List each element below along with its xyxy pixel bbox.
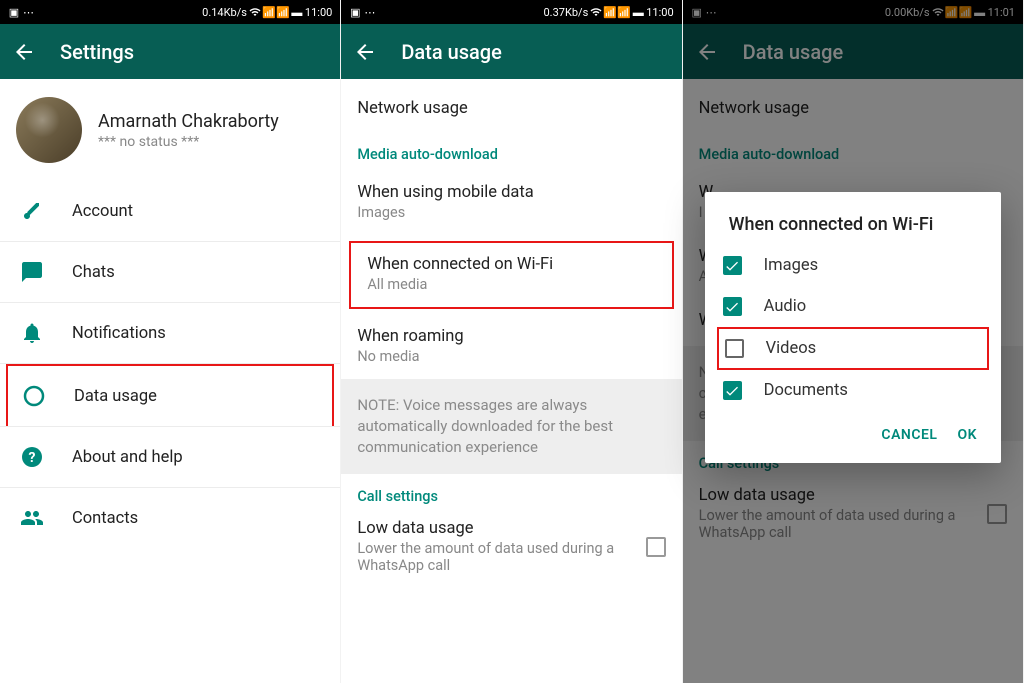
option-documents[interactable]: Documents <box>705 370 1001 411</box>
wifi-icon <box>590 6 602 18</box>
battery-icon: ▬ <box>632 6 644 18</box>
data-icon <box>22 384 46 408</box>
checkbox-icon <box>723 297 742 316</box>
option-audio[interactable]: Audio <box>705 286 1001 327</box>
row-title: When using mobile data <box>357 183 665 202</box>
screen-wifi-dialog: ▣⋯ 0.00Kb/s 📶 📶 ▬ 11:01 Data usage Netwo… <box>683 0 1024 683</box>
dialog-actions: CANCEL OK <box>705 411 1001 457</box>
row-title: When roaming <box>357 327 665 346</box>
checkbox-low-data[interactable] <box>646 537 666 557</box>
page-title: Settings <box>60 40 134 64</box>
row-sub: Lower the amount of data used during a W… <box>357 540 635 574</box>
back-icon[interactable] <box>12 40 36 64</box>
profile-status: *** no status *** <box>98 134 279 150</box>
settings-list: Amarnath Chakraborty *** no status *** A… <box>0 79 340 683</box>
row-mobile-data[interactable]: When using mobile data Images <box>341 171 681 235</box>
ok-button[interactable]: OK <box>957 427 977 443</box>
back-icon[interactable] <box>353 40 377 64</box>
help-icon: ? <box>20 445 44 469</box>
network-speed: 0.37Kb/s <box>544 6 589 19</box>
dialog-title: When connected on Wi-Fi <box>705 214 1001 245</box>
checkbox-icon <box>725 339 744 358</box>
status-bar: ▣⋯ 0.37Kb/s 📶 📶 ▬ 11:00 <box>341 0 681 24</box>
settings-item-label: Notifications <box>72 324 166 343</box>
contacts-icon <box>20 506 44 530</box>
profile-name: Amarnath Chakraborty <box>98 111 279 132</box>
bell-icon <box>20 321 44 345</box>
network-speed: 0.14Kb/s <box>202 6 247 19</box>
note-voice-messages: NOTE: Voice messages are always automati… <box>341 379 681 474</box>
checkbox-icon <box>723 256 742 275</box>
more-icon: ⋯ <box>23 6 34 19</box>
cancel-button[interactable]: CANCEL <box>881 427 937 443</box>
data-usage-list: Network usage Media auto-download When u… <box>341 79 681 683</box>
option-label: Images <box>764 256 818 275</box>
row-title: Network usage <box>357 99 665 118</box>
dialog-wifi-media: When connected on Wi-Fi Images Audio Vid… <box>705 192 1001 463</box>
status-bar: ▣ ⋯ 0.14Kb/s 📶 📶 ▬ 11:00 <box>0 0 340 24</box>
clock: 11:00 <box>646 6 673 19</box>
row-sub: All media <box>367 276 655 293</box>
profile-row[interactable]: Amarnath Chakraborty *** no status *** <box>0 79 340 181</box>
row-sub: No media <box>357 348 665 365</box>
key-icon <box>20 199 44 223</box>
section-call-settings: Call settings <box>341 474 681 513</box>
section-media-autodownload: Media auto-download <box>341 132 681 171</box>
signal-icon: 📶 <box>263 6 275 18</box>
row-title: Low data usage <box>357 519 635 538</box>
svg-text:?: ? <box>29 450 36 466</box>
option-images[interactable]: Images <box>705 245 1001 286</box>
app-bar: Data usage <box>341 24 681 79</box>
more-icon: ⋯ <box>364 6 375 19</box>
image-icon: ▣ <box>349 6 361 18</box>
row-sub: Images <box>357 204 665 221</box>
settings-item-contacts[interactable]: Contacts <box>0 488 340 548</box>
app-bar: Settings <box>0 24 340 79</box>
clock: 11:00 <box>305 6 332 19</box>
battery-icon: ▬ <box>291 6 303 18</box>
signal-icon: 📶 <box>604 6 616 18</box>
row-title: When connected on Wi-Fi <box>367 255 655 274</box>
avatar <box>16 97 82 163</box>
settings-item-chats[interactable]: Chats <box>0 242 340 303</box>
settings-item-account[interactable]: Account <box>0 181 340 242</box>
settings-item-about[interactable]: ? About and help <box>0 426 340 488</box>
signal-icon-2: 📶 <box>618 6 630 18</box>
page-title: Data usage <box>401 40 502 64</box>
row-roaming[interactable]: When roaming No media <box>341 315 681 379</box>
row-wifi[interactable]: When connected on Wi-Fi All media <box>349 241 673 309</box>
signal-icon-2: 📶 <box>277 6 289 18</box>
settings-item-label: About and help <box>72 448 183 467</box>
settings-item-notifications[interactable]: Notifications <box>0 303 340 364</box>
image-icon: ▣ <box>8 6 20 18</box>
chat-icon <box>20 260 44 284</box>
screen-settings: ▣ ⋯ 0.14Kb/s 📶 📶 ▬ 11:00 Settings Amarna… <box>0 0 341 683</box>
wifi-icon <box>249 6 261 18</box>
option-videos[interactable]: Videos <box>717 327 989 370</box>
settings-item-label: Data usage <box>74 387 157 406</box>
settings-item-label: Contacts <box>72 509 138 528</box>
option-label: Audio <box>764 297 807 316</box>
option-label: Videos <box>766 339 817 358</box>
settings-item-label: Chats <box>72 263 115 282</box>
settings-item-data-usage[interactable]: Data usage <box>6 364 334 426</box>
network-usage-row[interactable]: Network usage <box>341 79 681 132</box>
settings-item-label: Account <box>72 202 133 221</box>
option-label: Documents <box>764 381 848 400</box>
checkbox-icon <box>723 381 742 400</box>
screen-data-usage: ▣⋯ 0.37Kb/s 📶 📶 ▬ 11:00 Data usage Netwo… <box>341 0 682 683</box>
row-low-data[interactable]: Low data usage Lower the amount of data … <box>341 513 681 588</box>
